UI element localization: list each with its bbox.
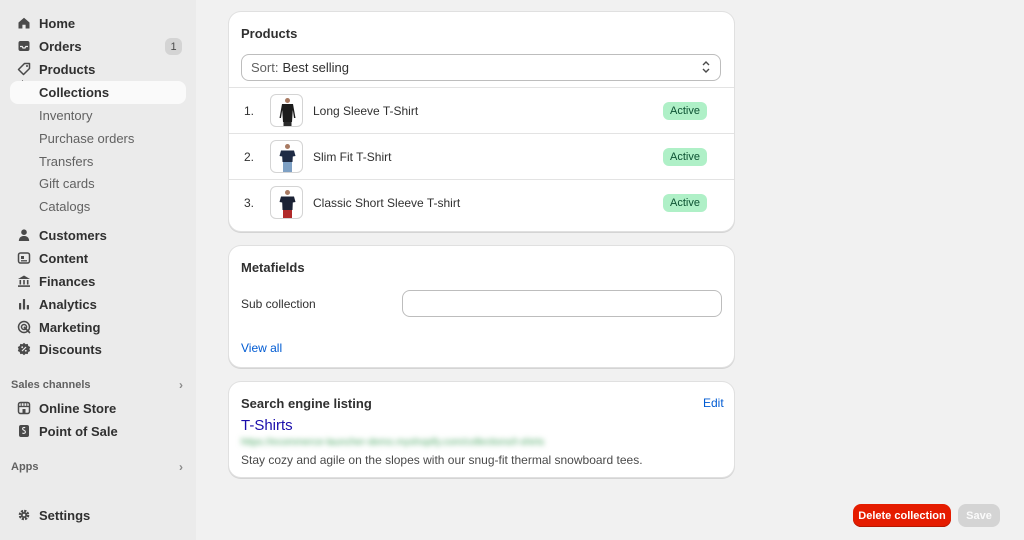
bar-chart-icon (17, 297, 31, 311)
products-card-title: Products (241, 26, 298, 41)
view-all-link[interactable]: View all (241, 341, 282, 355)
sub-collection-input[interactable] (402, 290, 722, 317)
status-badge: Active (663, 194, 707, 212)
sidebar-item-label: Catalogs (39, 199, 91, 214)
sidebar-item-label: Gift cards (39, 176, 95, 191)
sidebar-item-home[interactable]: Home (10, 12, 186, 35)
sidebar-item-label: Settings (39, 508, 91, 523)
product-rank: 2. (244, 150, 255, 164)
sub-collection-label: Sub collection (241, 297, 316, 311)
store-icon (17, 401, 31, 415)
sidebar-item-label: Products (39, 62, 96, 77)
sidebar-item-label: Finances (39, 274, 96, 289)
seo-edit-link[interactable]: Edit (703, 396, 724, 410)
status-badge: Active (663, 102, 707, 120)
target-icon (17, 320, 31, 334)
save-button[interactable]: Save (958, 504, 1000, 527)
person-icon (17, 228, 31, 242)
seo-url: https://ecommerce-launcher-demo.myshopif… (241, 437, 545, 448)
product-rank: 3. (244, 196, 255, 210)
sidebar-item-gift-cards[interactable]: Gift cards (10, 172, 186, 195)
sort-prefix: Sort: (251, 60, 279, 75)
sidebar-item-products[interactable]: Products (10, 58, 186, 81)
gear-icon (17, 508, 31, 522)
sidebar-item-customers[interactable]: Customers (10, 224, 186, 247)
sidebar-item-label: Analytics (39, 297, 97, 312)
sidebar-item-purchase-orders[interactable]: Purchase orders (10, 127, 186, 150)
delete-collection-button[interactable]: Delete collection (853, 504, 951, 527)
tag-icon (17, 62, 31, 76)
sidebar-item-online-store[interactable]: Online Store (10, 397, 186, 420)
chevron-right-icon: › (179, 378, 183, 392)
content-icon (17, 251, 31, 265)
sidebar-item-transfers[interactable]: Transfers (10, 150, 186, 173)
sidebar-item-label: Discounts (39, 342, 102, 357)
product-thumbnail (270, 186, 303, 219)
pos-icon (17, 424, 31, 438)
home-icon (17, 16, 31, 30)
product-thumbnail (270, 94, 303, 127)
metafields-card-title: Metafields (241, 260, 305, 275)
sidebar-item-label: Purchase orders (39, 131, 135, 146)
sidebar-item-label: Online Store (39, 401, 117, 416)
sidebar-item-label: Collections (39, 85, 110, 100)
sidebar-item-marketing[interactable]: Marketing (10, 316, 186, 339)
bank-icon (17, 274, 31, 288)
sidebar-item-label: Point of Sale (39, 424, 118, 439)
product-row[interactable]: 2. Slim Fit T-Shirt Active (229, 133, 734, 179)
sidebar-item-collections[interactable]: Collections (10, 81, 186, 104)
product-name[interactable]: Slim Fit T-Shirt (313, 150, 391, 164)
sidebar-item-label: Inventory (39, 108, 93, 123)
status-badge: Active (663, 148, 707, 166)
sidebar-item-label: Orders (39, 39, 82, 54)
apps-label: Apps (11, 461, 39, 473)
metafields-card: Metafields Sub collection View all (229, 246, 734, 367)
sales-channels-header[interactable]: Sales channels › (11, 377, 183, 393)
apps-header[interactable]: Apps › (11, 459, 183, 475)
seo-card: Search engine listing Edit T-Shirts http… (229, 382, 734, 477)
sidebar-item-discounts[interactable]: Discounts (10, 338, 186, 361)
seo-description: Stay cozy and agile on the slopes with o… (241, 453, 643, 467)
sidebar-item-label: Marketing (39, 320, 101, 335)
products-card: Products Sort: Best selling 1. Long Slee… (229, 12, 734, 231)
seo-card-title: Search engine listing (241, 396, 372, 411)
sidebar-item-label: Transfers (39, 154, 94, 169)
sort-select[interactable]: Sort: Best selling (241, 54, 721, 81)
sidebar-item-analytics[interactable]: Analytics (10, 293, 186, 316)
seo-page-title: T-Shirts (241, 417, 293, 434)
sidebar-item-orders[interactable]: Orders 1 (10, 35, 186, 58)
select-arrows-icon (701, 60, 711, 77)
sidebar-item-settings[interactable]: Settings (10, 504, 186, 527)
sort-value: Best selling (282, 60, 349, 75)
sidebar-item-point-of-sale[interactable]: Point of Sale (10, 420, 186, 443)
sidebar-item-catalogs[interactable]: Catalogs (10, 195, 186, 218)
inbox-icon (17, 39, 31, 53)
sales-channels-label: Sales channels (11, 379, 91, 391)
product-name[interactable]: Classic Short Sleeve T-shirt (313, 196, 460, 210)
sidebar-item-label: Customers (39, 228, 107, 243)
sidebar-item-inventory[interactable]: Inventory (10, 104, 186, 127)
product-thumbnail (270, 140, 303, 173)
product-rank: 1. (244, 104, 255, 118)
sidebar: Home Orders 1 Products Collections Inven… (0, 0, 196, 540)
product-name[interactable]: Long Sleeve T-Shirt (313, 104, 418, 118)
orders-count-badge: 1 (165, 38, 182, 55)
sidebar-item-label: Content (39, 251, 89, 266)
product-row[interactable]: 3. Classic Short Sleeve T-shirt Active (229, 179, 734, 225)
sidebar-item-content[interactable]: Content (10, 247, 186, 270)
product-row[interactable]: 1. Long Sleeve T-Shirt Active (229, 87, 734, 133)
chevron-right-icon: › (179, 460, 183, 474)
discount-icon (17, 342, 31, 356)
sidebar-item-label: Home (39, 16, 76, 31)
sidebar-item-finances[interactable]: Finances (10, 270, 186, 293)
